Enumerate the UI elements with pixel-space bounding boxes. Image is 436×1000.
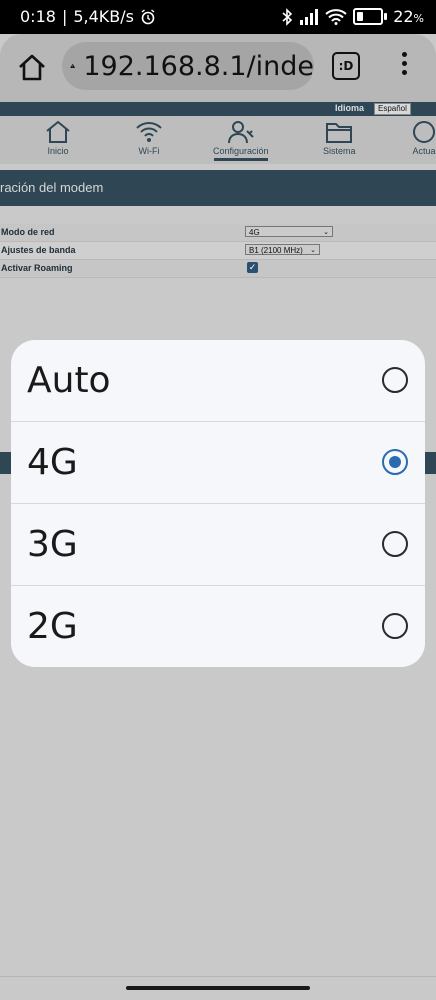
signal-icon: [299, 9, 319, 25]
battery-icon: [353, 8, 387, 25]
router-nav: Inicio Wi-Fi Configuración Sistema Actua: [0, 116, 436, 164]
nav-item-configuracion[interactable]: Configuración: [213, 116, 269, 164]
tabs-button[interactable]: :D: [332, 52, 360, 80]
chevron-down-icon: ⌄: [310, 245, 316, 256]
form-row-network-mode: Modo de red 4G⌄: [0, 224, 436, 242]
wifi-icon: [135, 119, 163, 145]
wifi-icon: [325, 9, 347, 25]
option-4g[interactable]: 4G: [11, 422, 425, 504]
battery-percent: 22: [393, 7, 413, 26]
system-nav-bar: [0, 976, 436, 1000]
section-header: ración del modem: [0, 170, 436, 206]
option-3g[interactable]: 3G: [11, 504, 425, 586]
modem-settings-form: Modo de red 4G⌄ Ajustes de banda B1 (210…: [0, 224, 436, 278]
band-select[interactable]: B1 (2100 MHz)⌄: [245, 244, 320, 255]
language-select[interactable]: Español: [374, 103, 411, 115]
chevron-down-icon: ⌄: [323, 227, 329, 238]
url-text: 192.168.8.1/inde: [83, 51, 314, 82]
form-row-band-settings: Ajustes de banda B1 (2100 MHz)⌄: [0, 242, 436, 260]
more-menu-icon[interactable]: [396, 52, 412, 80]
warning-icon: [70, 54, 75, 78]
folder-icon: [325, 119, 353, 145]
browser-toolbar: 192.168.8.1/inde :D: [0, 34, 436, 102]
router-top-bar: [0, 102, 436, 116]
option-2g[interactable]: 2G: [11, 586, 425, 667]
radio-selected-icon[interactable]: [382, 449, 408, 475]
nav-item-wifi[interactable]: Wi-Fi: [135, 116, 163, 164]
address-bar[interactable]: 192.168.8.1/inde: [62, 42, 314, 90]
nav-item-actualizar[interactable]: Actua: [410, 116, 436, 164]
home-icon[interactable]: [14, 50, 50, 86]
form-row-roaming: Activar Roaming ✓: [0, 260, 436, 278]
radio-unselected-icon[interactable]: [382, 613, 408, 639]
nav-item-sistema[interactable]: Sistema: [323, 116, 356, 164]
active-tab-indicator: [214, 158, 268, 161]
home-gesture-bar[interactable]: [126, 986, 310, 990]
roaming-checkbox[interactable]: ✓: [247, 262, 258, 273]
alarm-icon: [140, 9, 156, 25]
section-title: ración del modem: [0, 180, 103, 195]
status-bar: 0:18 | 5,4KB/s 22%: [0, 0, 436, 34]
language-label: Idioma: [335, 103, 364, 113]
radio-unselected-icon[interactable]: [382, 367, 408, 393]
bluetooth-icon: [281, 8, 293, 26]
settings-user-icon: [227, 119, 255, 145]
net-speed: 5,4KB/s: [73, 7, 134, 26]
nav-item-inicio[interactable]: Inicio: [44, 116, 72, 164]
network-mode-select[interactable]: 4G⌄: [245, 226, 333, 237]
option-auto[interactable]: Auto: [11, 340, 425, 422]
network-mode-dialog: Auto 4G 3G 2G: [11, 340, 425, 667]
update-icon: [410, 119, 436, 145]
clock: 0:18: [20, 7, 56, 26]
radio-unselected-icon[interactable]: [382, 531, 408, 557]
home-icon: [44, 119, 72, 145]
